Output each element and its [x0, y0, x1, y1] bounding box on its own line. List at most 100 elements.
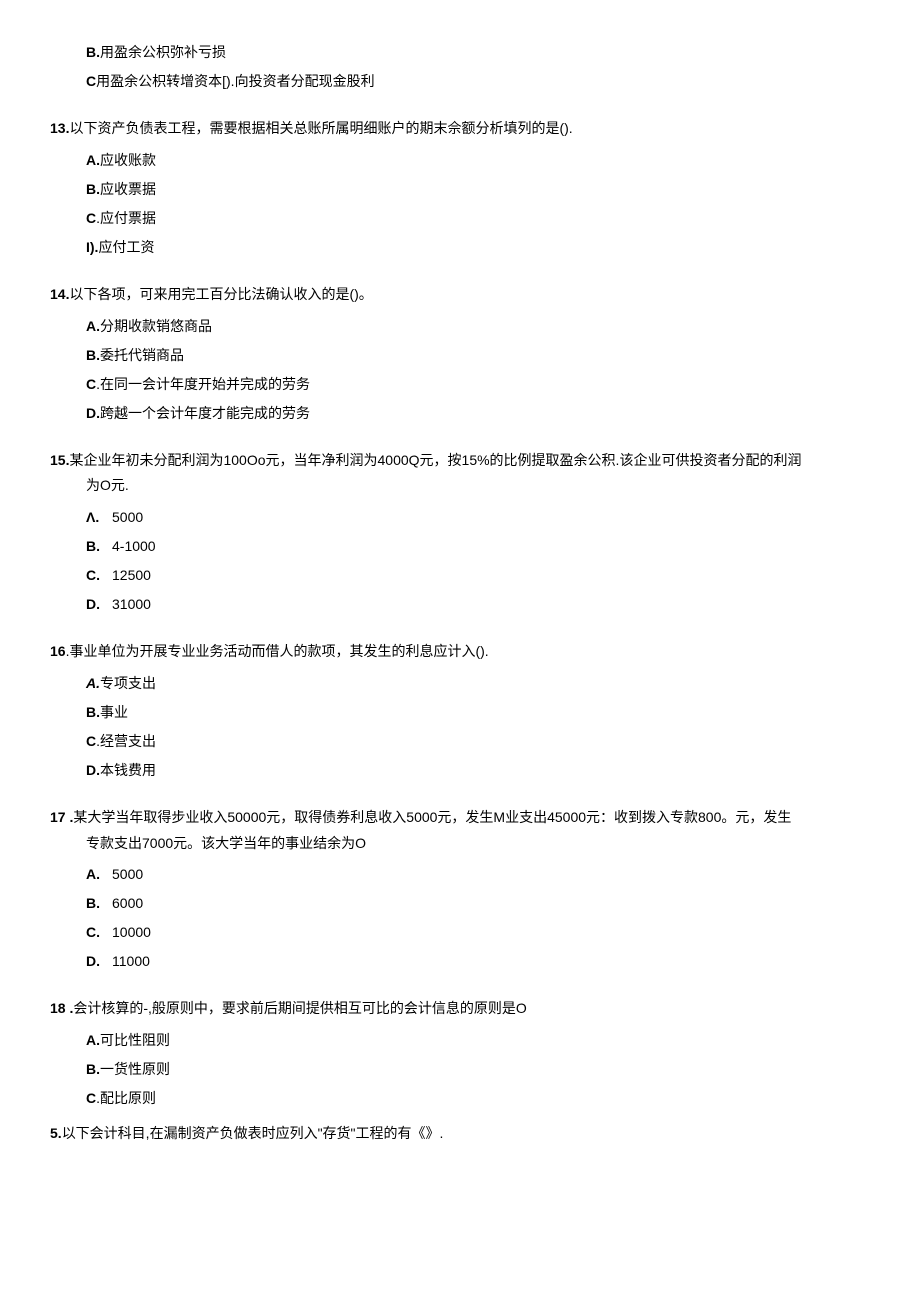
option-d: D.31000	[86, 592, 870, 617]
question-text: 以下各项，可来用完工百分比法确认收入的是()。	[69, 286, 372, 302]
option-text: 用盈余公枳转增资本[).向投资者分配现金股利	[96, 73, 374, 89]
option-text: 一货性原则	[100, 1061, 170, 1077]
q13-options: A.应收账款 B.应收票据 C.应付票据 I).应付工资	[86, 148, 870, 261]
question-text-cont: 为O元.	[86, 473, 870, 498]
option-label: B.	[86, 44, 100, 60]
question-text: .事业单位为开展专业业务活动而借人的款项，其发生的利息应计入().	[66, 643, 489, 659]
option-c: C.应付票据	[86, 206, 870, 231]
option-label: B.	[86, 891, 112, 916]
question-number: 16	[50, 643, 66, 659]
option-a: A.可比性阻则	[86, 1028, 870, 1053]
option-text: 专项支出	[100, 675, 156, 691]
option-text: 可比性阻则	[100, 1032, 170, 1048]
option-label: Λ.	[86, 505, 112, 530]
option-text: 12500	[112, 567, 151, 583]
option-a: A.5000	[86, 862, 870, 887]
option-text: 本钱费用	[100, 762, 156, 778]
question-number: 14.	[50, 286, 69, 302]
option-c: C.12500	[86, 563, 870, 588]
q18-options: A.可比性阻则 B.一货性原则 C.配比原则	[86, 1028, 870, 1112]
option-b: B.一货性原则	[86, 1057, 870, 1082]
option-d: D.11000	[86, 949, 870, 974]
option-text: 委托代销商品	[100, 347, 184, 363]
option-label: C	[86, 1090, 96, 1106]
option-text: 事业	[100, 704, 128, 720]
option-label: D.	[86, 405, 100, 421]
option-label: C	[86, 210, 96, 226]
option-c: C.经营支出	[86, 729, 870, 754]
question-number: 18 .	[50, 1000, 73, 1016]
option-text: 用盈余公枳弥补亏损	[100, 44, 226, 60]
option-label: A.	[86, 862, 112, 887]
option-a: A.应收账款	[86, 148, 870, 173]
option-label: B.	[86, 347, 100, 363]
option-text: .配比原则	[96, 1090, 156, 1106]
option-c: C用盈余公枳转增资本[).向投资者分配现金股利	[86, 69, 870, 94]
q16-options: A.专项支出 B.事业 C.经营支出 D.本钱费用	[86, 671, 870, 784]
option-text: 10000	[112, 924, 151, 940]
option-b: B.用盈余公枳弥补亏损	[86, 40, 870, 65]
option-label: B.	[86, 1061, 100, 1077]
question-text: 某大学当年取得步业收入50000元，取得债券利息收入5000元，发生M业支出45…	[73, 809, 791, 825]
question-number: 5.	[50, 1125, 62, 1141]
question-number: 17 .	[50, 809, 73, 825]
option-text: 5000	[112, 509, 143, 525]
question-text: 会计核算的-,般原则中，要求前后期间提供相互可比的会计信息的原则是O	[73, 1000, 526, 1016]
option-label: C.	[86, 920, 112, 945]
question-text: 某企业年初未分配利润为100Oo元，当年净利润为4000Q元，按15%的比例提取…	[69, 452, 801, 468]
option-label: D.	[86, 949, 112, 974]
option-label: C.	[86, 563, 112, 588]
question-18: 18 .会计核算的-,般原则中，要求前后期间提供相互可比的会计信息的原则是O	[50, 996, 870, 1021]
question-5: 5.以下会计科目,在漏制资产负做表时应列入"存货"工程的有《》.	[50, 1121, 870, 1146]
q14-options: A.分期收款销悠商品 B.委托代销商品 C.在同一会计年度开始并完成的劳务 D.…	[86, 314, 870, 427]
option-label: C	[86, 73, 96, 89]
q17-options: A.5000 B.6000 C.10000 D.11000	[86, 862, 870, 975]
option-a: Λ.5000	[86, 505, 870, 530]
option-label: A.	[86, 675, 100, 691]
question-15: 15.某企业年初未分配利润为100Oo元，当年净利润为4000Q元，按15%的比…	[50, 448, 870, 498]
question-text: 以下资产负债表工程，需要根据相关总账所属明细账户的期末佘额分析填列的是().	[69, 120, 572, 136]
option-label: C	[86, 733, 96, 749]
option-b: B.6000	[86, 891, 870, 916]
option-text: 应收票据	[100, 181, 156, 197]
option-b: B.4-1000	[86, 534, 870, 559]
option-label: A.	[86, 152, 100, 168]
question-text-cont: 专款支出7000元。该大学当年的事业结余为O	[86, 831, 870, 856]
question-13: 13.以下资产负债表工程，需要根据相关总账所属明细账户的期末佘额分析填列的是()…	[50, 116, 870, 141]
option-a: A.专项支出	[86, 671, 870, 696]
top-partial-options: B.用盈余公枳弥补亏损 C用盈余公枳转增资本[).向投资者分配现金股利	[86, 40, 870, 94]
option-label: B.	[86, 534, 112, 559]
option-text: 11000	[112, 953, 150, 969]
q15-options: Λ.5000 B.4-1000 C.12500 D.31000	[86, 505, 870, 618]
option-b: B.应收票据	[86, 177, 870, 202]
option-a: A.分期收款销悠商品	[86, 314, 870, 339]
question-17: 17 .某大学当年取得步业收入50000元，取得债券利息收入5000元，发生M业…	[50, 805, 870, 855]
option-text: 应付工资	[98, 239, 154, 255]
question-14: 14.以下各项，可来用完工百分比法确认收入的是()。	[50, 282, 870, 307]
option-text: 4-1000	[112, 538, 156, 554]
option-text: 31000	[112, 596, 151, 612]
option-label: A.	[86, 318, 100, 334]
option-d: D.跨越一个会计年度才能完成的劳务	[86, 401, 870, 426]
option-label: B.	[86, 704, 100, 720]
option-text: 应收账款	[100, 152, 156, 168]
option-text: 分期收款销悠商品	[100, 318, 212, 334]
option-c: C.配比原则	[86, 1086, 870, 1111]
option-text: .应付票据	[96, 210, 156, 226]
option-text: 跨越一个会计年度才能完成的劳务	[100, 405, 310, 421]
option-label: B.	[86, 181, 100, 197]
option-label: I).	[86, 239, 98, 255]
option-d: D.本钱费用	[86, 758, 870, 783]
option-c: C.在同一会计年度开始并完成的劳务	[86, 372, 870, 397]
option-b: B.委托代销商品	[86, 343, 870, 368]
option-label: D.	[86, 762, 100, 778]
question-number: 15.	[50, 452, 69, 468]
option-label: D.	[86, 592, 112, 617]
option-text: 5000	[112, 866, 143, 882]
option-text: .在同一会计年度开始并完成的劳务	[96, 376, 310, 392]
option-d: I).应付工资	[86, 235, 870, 260]
option-label: A.	[86, 1032, 100, 1048]
option-b: B.事业	[86, 700, 870, 725]
question-number: 13.	[50, 120, 69, 136]
option-label: C	[86, 376, 96, 392]
